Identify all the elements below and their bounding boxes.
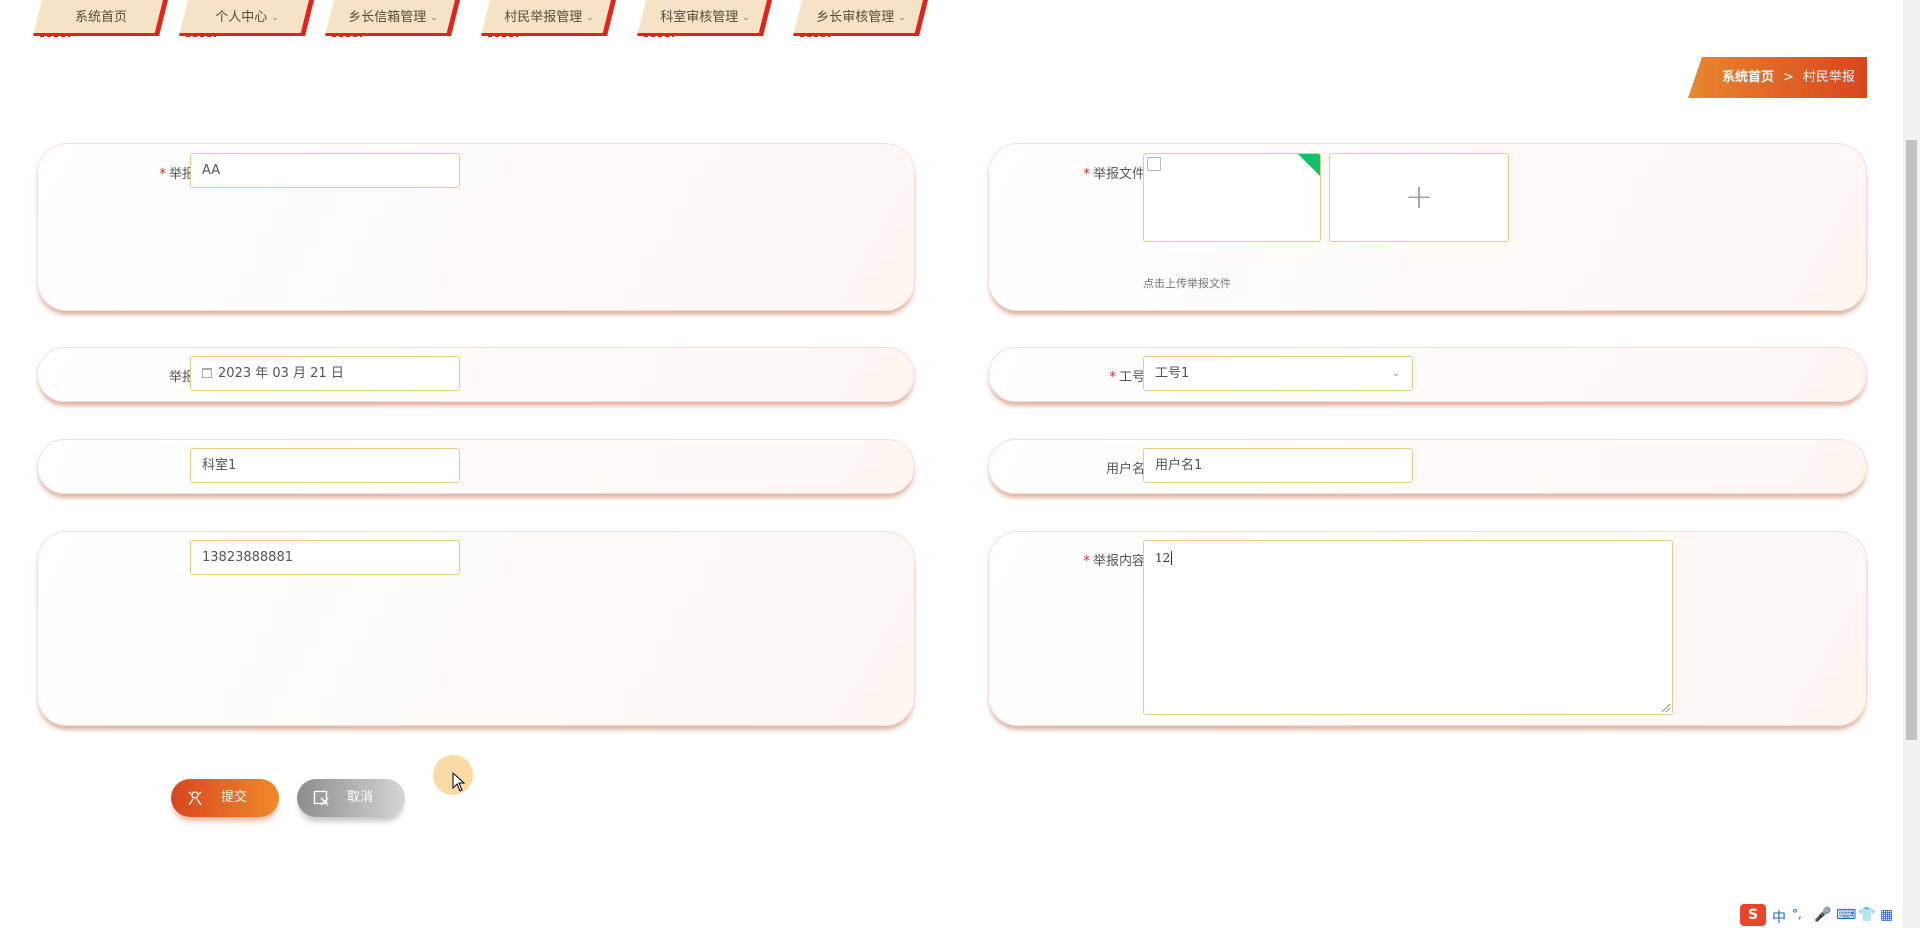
username-label: 用户名 [1105,462,1145,477]
job-number-value: 工号1 [1155,366,1190,381]
card-report-name: *举报名称 AA [37,143,915,311]
chevron-down-icon: ⌄ [742,13,750,23]
nav-label: 村民举报管理 [504,10,583,25]
nav-item-home[interactable]: 系统首页 [33,0,169,37]
nav-item-mayor-mailbox[interactable]: 乡长信箱管理 ⌄ [325,0,461,37]
report-content-value: 12 [1155,551,1171,565]
report-date-value: 2023 年 03 月 21 日 [218,366,344,381]
ime-toolbar: S 中 °, 🎤 ⌨ 👕 ▦ [1740,904,1900,928]
nav-label: 个人中心 [215,10,268,25]
scrollbar-thumb[interactable] [1906,140,1917,740]
card-job-number: * 工号 工号1 ⌄ [988,347,1867,402]
card-report-date: 举报日期 2023 年 03 月 21 日 [37,347,915,402]
breadcrumb: 系统首页 > 村民举报 [1688,57,1867,98]
nav-label: 科室审核管理 [660,10,739,25]
keyboard-icon[interactable]: ⌨ [1836,907,1856,923]
nav-label: 乡长审核管理 [816,10,895,25]
nav-label: 系统首页 [74,10,127,25]
job-number-select[interactable]: 工号1 ⌄ [1143,356,1413,391]
department-input[interactable]: 科室1 [190,448,460,483]
report-name-input[interactable]: AA [190,153,460,188]
cancel-label: 取消 [347,790,374,805]
report-file-label: * 举报文件 [1083,167,1145,182]
calendar-icon [202,368,212,378]
skin-shirt-icon[interactable]: 👕 [1858,907,1875,923]
chevron-down-icon: ⌄ [271,13,279,23]
submit-label: 提交 [221,790,248,805]
chevron-down-icon: ⌄ [430,13,438,23]
upload-success-badge [1297,154,1320,177]
card-phone: 手机 13823888881 [37,531,915,726]
nav-item-department-review[interactable]: 科室审核管理 ⌄ [637,0,773,37]
nav-label: 乡长信箱管理 [348,10,427,25]
broken-image-icon [1147,157,1161,171]
upload-add-button[interactable]: + [1329,153,1509,242]
username-input[interactable]: 用户名1 [1143,448,1413,483]
card-username: 用户名 用户名1 [988,439,1867,494]
nav-item-personal-center[interactable]: 个人中心 ⌄ [179,0,315,37]
mouse-cursor-icon [452,772,466,792]
sogou-logo-icon[interactable]: S [1740,904,1766,926]
resize-handle-icon[interactable] [1662,704,1670,712]
breadcrumb-separator: > [1783,70,1794,85]
chevron-down-icon: ⌄ [1391,368,1400,379]
nav-item-villager-report[interactable]: 村民举报管理 ⌄ [481,0,617,37]
submit-icon [188,791,202,806]
report-content-label: * 举报内容 [1083,554,1145,569]
punctuation-toggle[interactable]: °, [1792,907,1802,921]
uploaded-file-thumbnail[interactable] [1143,153,1321,242]
report-date-picker[interactable]: 2023 年 03 月 21 日 [190,356,460,391]
breadcrumb-home[interactable]: 系统首页 [1722,70,1774,85]
nav-item-mayor-review[interactable]: 乡长审核管理 ⌄ [793,0,929,37]
breadcrumb-current: 村民举报 [1802,70,1855,85]
upload-hint: 点击上传举报文件 [1143,277,1231,290]
submit-button[interactable]: 提交 [171,779,279,817]
chevron-down-icon: ⌄ [898,13,906,23]
cancel-button[interactable]: 取消 [297,779,405,817]
ime-mode-toggle[interactable]: 中 [1772,907,1786,927]
chevron-down-icon: ⌄ [586,13,594,23]
card-department: 科室 科室1 [37,439,915,494]
report-content-textarea[interactable]: 12 [1143,540,1673,715]
card-report-content: * 举报内容 12 [988,531,1867,726]
phone-input[interactable]: 13823888881 [190,540,460,575]
cancel-icon [313,790,329,806]
card-report-file: * 举报文件 + 点击上传举报文件 [988,143,1867,311]
apps-grid-icon[interactable]: ▦ [1880,907,1893,923]
microphone-icon[interactable]: 🎤 [1814,907,1831,923]
job-number-label: * 工号 [1109,370,1145,385]
